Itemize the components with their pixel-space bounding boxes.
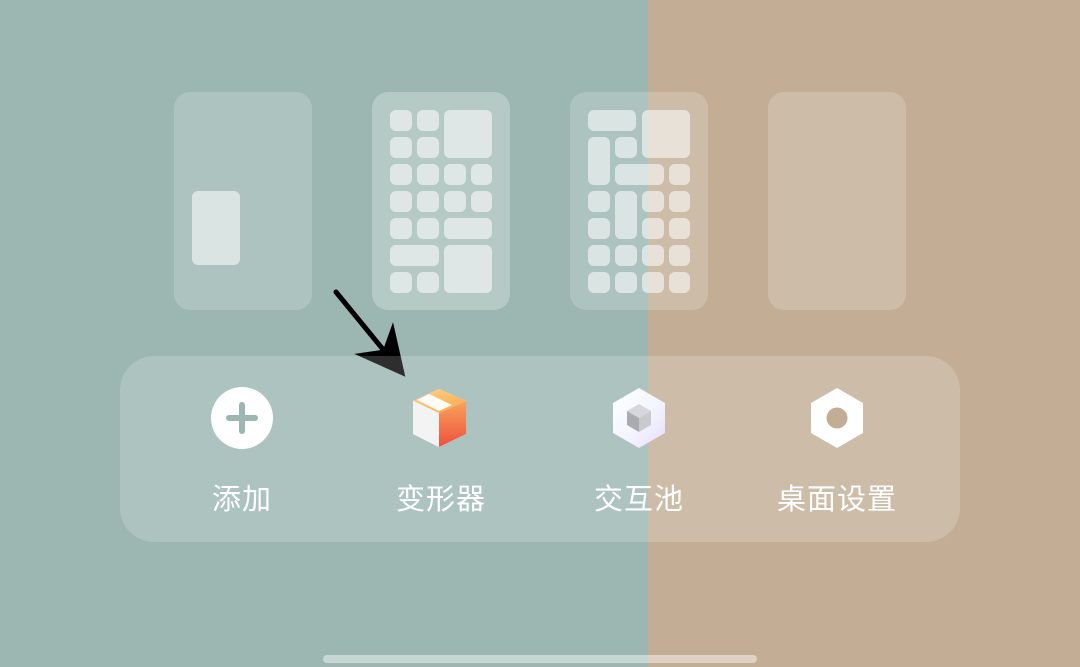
widget-placeholder bbox=[192, 191, 240, 265]
cube-transformer-icon bbox=[409, 386, 473, 450]
transformer-button[interactable]: 变形器 bbox=[356, 386, 526, 526]
app-tile bbox=[417, 137, 439, 158]
app-tile bbox=[669, 164, 690, 185]
app-tile bbox=[669, 218, 690, 239]
widget-tile bbox=[642, 110, 690, 158]
app-tile bbox=[588, 272, 610, 293]
app-tile bbox=[642, 218, 664, 239]
app-tile bbox=[390, 137, 412, 158]
app-tile bbox=[417, 272, 439, 293]
app-tile bbox=[390, 110, 412, 131]
cube-pool-icon bbox=[607, 386, 671, 450]
widget-tile bbox=[444, 110, 492, 158]
app-tile bbox=[417, 218, 439, 239]
app-tile bbox=[588, 245, 610, 266]
app-tile bbox=[417, 110, 439, 131]
page-thumbnail-4[interactable] bbox=[768, 92, 906, 310]
transformer-label: 变形器 bbox=[395, 482, 486, 516]
app-tile bbox=[444, 191, 466, 212]
widget-tile bbox=[615, 164, 664, 185]
add-button[interactable]: 添加 bbox=[157, 386, 327, 526]
interaction-pool-label: 交互池 bbox=[593, 482, 684, 516]
widget-tile bbox=[444, 245, 492, 293]
widget-tile bbox=[588, 137, 610, 185]
desktop-settings-label: 桌面设置 bbox=[776, 482, 897, 516]
page-thumbnail-2[interactable] bbox=[372, 92, 510, 310]
page-thumbnail-1[interactable] bbox=[174, 92, 312, 310]
app-tile bbox=[471, 191, 492, 212]
gear-hexagon-icon bbox=[805, 386, 869, 450]
app-tile bbox=[390, 218, 412, 239]
widget-tile bbox=[390, 245, 439, 266]
app-tile bbox=[669, 245, 690, 266]
edit-mode-action-panel: 添加 变形器 交互池 桌面设置 bbox=[120, 356, 960, 542]
app-tile bbox=[444, 164, 466, 185]
app-tile bbox=[642, 245, 664, 266]
page-thumbnail-3[interactable] bbox=[570, 92, 708, 310]
home-indicator[interactable] bbox=[323, 655, 757, 663]
widget-tile bbox=[588, 110, 636, 131]
app-tile bbox=[390, 272, 412, 293]
app-tile bbox=[669, 272, 690, 293]
app-tile bbox=[642, 191, 664, 212]
app-tile bbox=[471, 164, 492, 185]
app-tile bbox=[669, 191, 690, 212]
widget-tile bbox=[444, 218, 492, 239]
app-tile bbox=[417, 164, 439, 185]
interaction-pool-button[interactable]: 交互池 bbox=[554, 386, 724, 526]
app-tile bbox=[390, 191, 412, 212]
app-tile bbox=[390, 164, 412, 185]
desktop-settings-button[interactable]: 桌面设置 bbox=[752, 386, 922, 526]
app-tile bbox=[417, 191, 439, 212]
app-tile bbox=[615, 245, 637, 266]
app-tile bbox=[588, 191, 610, 212]
app-tile bbox=[588, 218, 610, 239]
annotation-arrow bbox=[333, 289, 406, 377]
app-tile bbox=[615, 137, 637, 158]
add-label: 添加 bbox=[211, 482, 272, 516]
plus-circle-icon bbox=[210, 386, 274, 450]
app-tile bbox=[642, 272, 664, 293]
widget-tile bbox=[615, 191, 637, 239]
app-tile bbox=[615, 272, 637, 293]
